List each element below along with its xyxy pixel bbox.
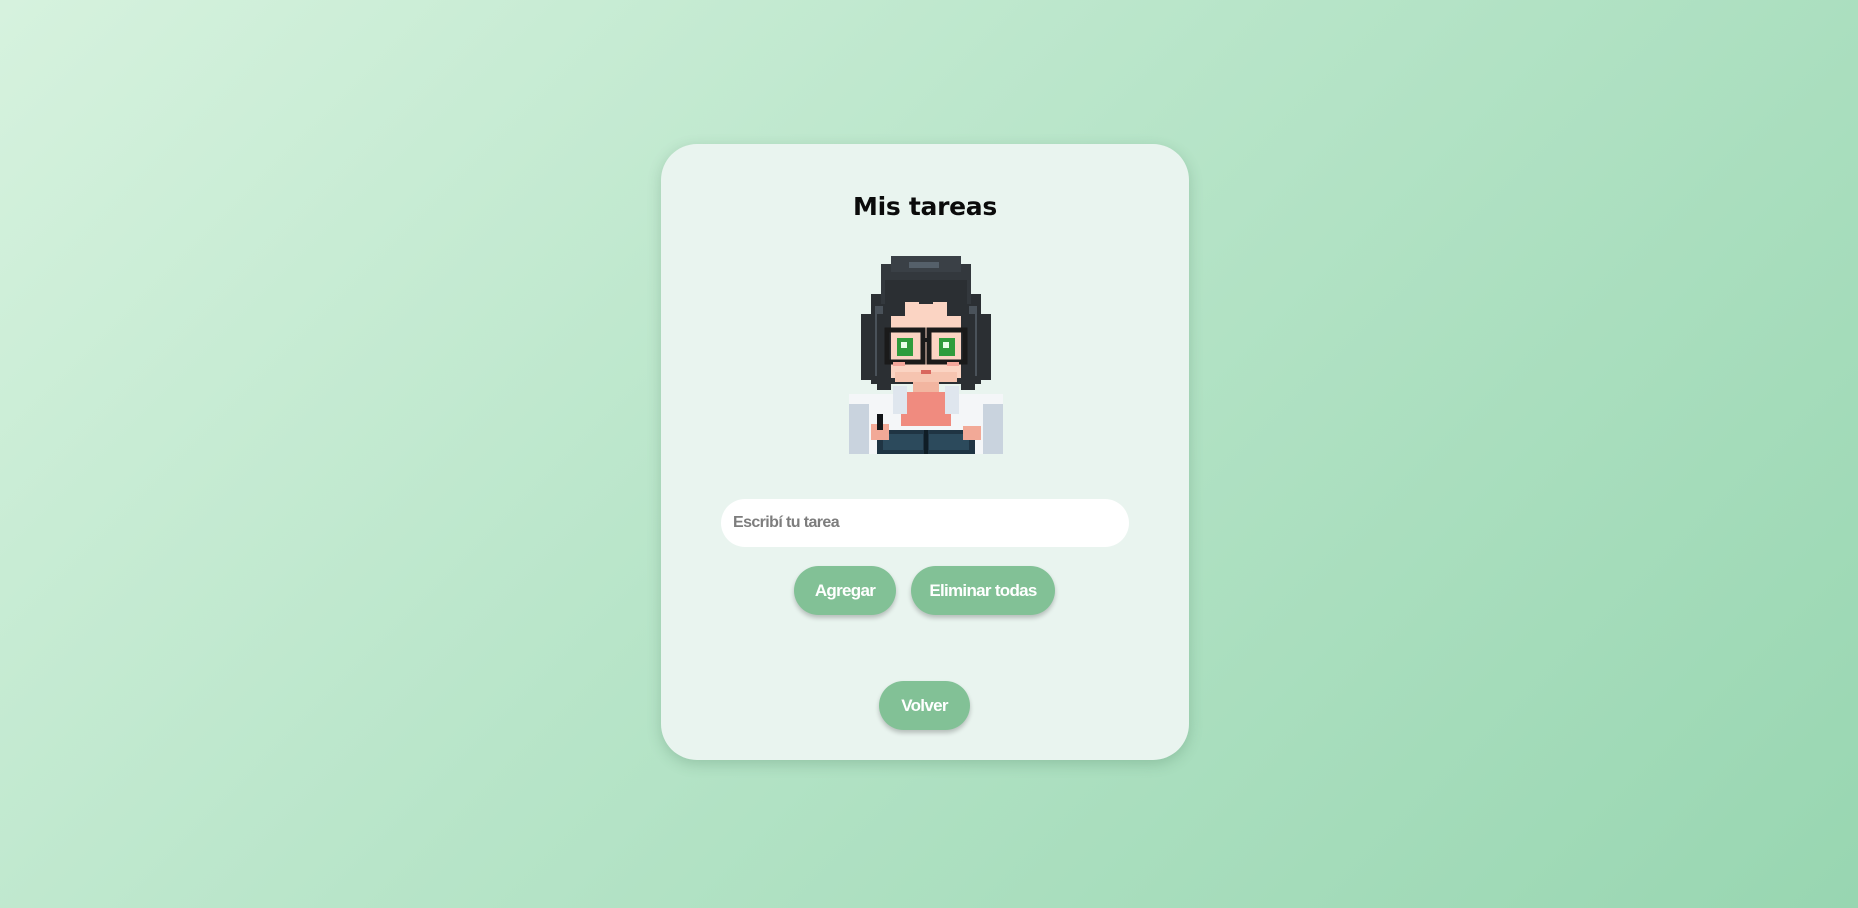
page-title: Mis tareas	[853, 192, 997, 221]
tasks-card: Mis tareas Escribí tu tarea Agregar Elim…	[661, 144, 1189, 760]
back-button[interactable]: Volver	[879, 681, 970, 730]
delete-all-tasks-button[interactable]: Eliminar todas	[911, 566, 1055, 615]
task-input[interactable]	[721, 499, 1129, 547]
pixel-art-girl-avatar-icon	[849, 256, 1003, 454]
add-task-button[interactable]: Agregar	[794, 566, 896, 615]
